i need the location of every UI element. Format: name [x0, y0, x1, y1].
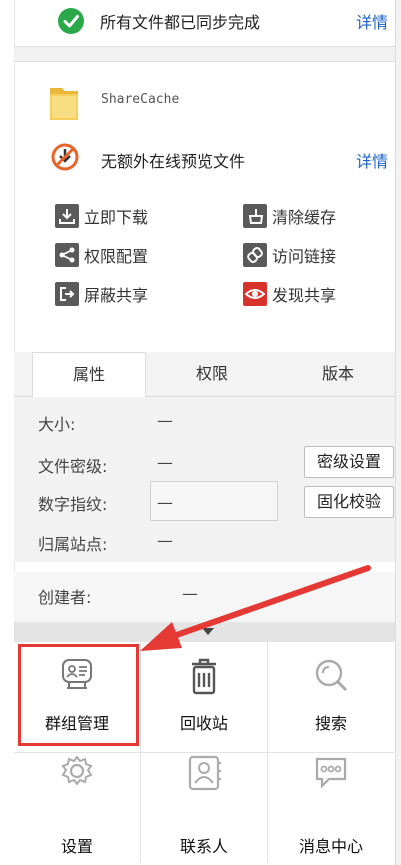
- preview-detail-link[interactable]: 详情: [356, 148, 388, 172]
- caret-down-icon: [202, 628, 214, 635]
- collapse-toggle[interactable]: [14, 622, 395, 642]
- site-label: 归属站点:: [38, 535, 108, 554]
- eye-icon: [243, 282, 267, 306]
- site-value: —: [157, 531, 173, 550]
- highlight-box: [18, 644, 139, 746]
- left-panel-edge: [0, 0, 15, 865]
- clear-cache-button[interactable]: 清除缓存: [243, 202, 336, 230]
- block-sharing-label: 屏蔽共享: [84, 286, 149, 305]
- properties-panel: 大小: — 文件密级: — 密级设置 数字指纹: — 固化校验 归属站点: —: [14, 397, 395, 562]
- contact-book-icon: [188, 755, 221, 791]
- search-button[interactable]: 搜索: [268, 642, 394, 753]
- tab-properties[interactable]: 属性: [32, 352, 146, 398]
- settings-label: 设置: [60, 837, 93, 856]
- file-name: ShareCache: [101, 92, 180, 107]
- tab-permissions[interactable]: 权限: [164, 352, 260, 396]
- permission-config-label: 权限配置: [84, 247, 149, 266]
- access-link-button[interactable]: 访问链接: [243, 241, 336, 269]
- properties-panel-lower: 创建者: —: [14, 572, 395, 626]
- contacts-label: 联系人: [179, 837, 228, 856]
- discover-sharing-button[interactable]: 发现共享: [243, 280, 336, 308]
- scrollbar-track[interactable]: [395, 0, 401, 865]
- fingerprint-label: 数字指纹:: [38, 495, 108, 514]
- sync-status-row: 所有文件都已同步完成 详情: [14, 0, 395, 47]
- recycle-bin-button[interactable]: 回收站: [141, 642, 268, 753]
- block-sharing-button[interactable]: 屏蔽共享: [55, 280, 148, 308]
- broom-icon: [243, 204, 267, 228]
- no-preview-icon: [51, 143, 79, 171]
- creator-value: —: [182, 584, 198, 603]
- property-tabs: 属性 权限 版本: [14, 352, 395, 398]
- exit-icon: [55, 282, 79, 306]
- tab-versions[interactable]: 版本: [290, 352, 386, 396]
- fingerprint-verify-button[interactable]: 固化校验: [304, 486, 394, 518]
- security-level-value: —: [157, 453, 173, 472]
- access-link-label: 访问链接: [272, 247, 337, 266]
- search-label: 搜索: [314, 714, 347, 733]
- clear-cache-label: 清除缓存: [272, 208, 337, 227]
- fingerprint-value: —: [157, 493, 173, 512]
- security-level-label: 文件密级:: [38, 457, 108, 476]
- preview-status-text: 无额外在线预览文件: [101, 152, 246, 171]
- discover-sharing-label: 发现共享: [272, 286, 337, 305]
- check-circle-icon: [58, 8, 84, 34]
- security-level-button[interactable]: 密级设置: [304, 446, 394, 478]
- trash-icon: [192, 658, 216, 695]
- message-center-button[interactable]: 消息中心: [268, 753, 394, 863]
- creator-label: 创建者:: [38, 588, 92, 607]
- size-label: 大小:: [38, 415, 76, 434]
- gear-icon: [61, 755, 93, 786]
- size-value: —: [157, 411, 173, 430]
- sync-status-text: 所有文件都已同步完成: [100, 13, 261, 32]
- download-now-button[interactable]: 立即下载: [55, 202, 148, 230]
- download-now-label: 立即下载: [84, 208, 149, 227]
- download-icon: [55, 204, 79, 228]
- settings-button[interactable]: 设置: [14, 753, 141, 863]
- message-bubble-icon: [315, 757, 347, 789]
- section-divider: [14, 47, 395, 62]
- share-nodes-icon: [55, 243, 79, 267]
- link-icon: [243, 243, 267, 267]
- permission-config-button[interactable]: 权限配置: [55, 241, 148, 269]
- search-icon: [315, 659, 348, 692]
- message-center-label: 消息中心: [298, 837, 363, 856]
- contacts-button[interactable]: 联系人: [141, 753, 268, 863]
- sync-detail-link[interactable]: 详情: [356, 9, 388, 33]
- recycle-bin-label: 回收站: [179, 714, 228, 733]
- folder-icon: [50, 88, 78, 120]
